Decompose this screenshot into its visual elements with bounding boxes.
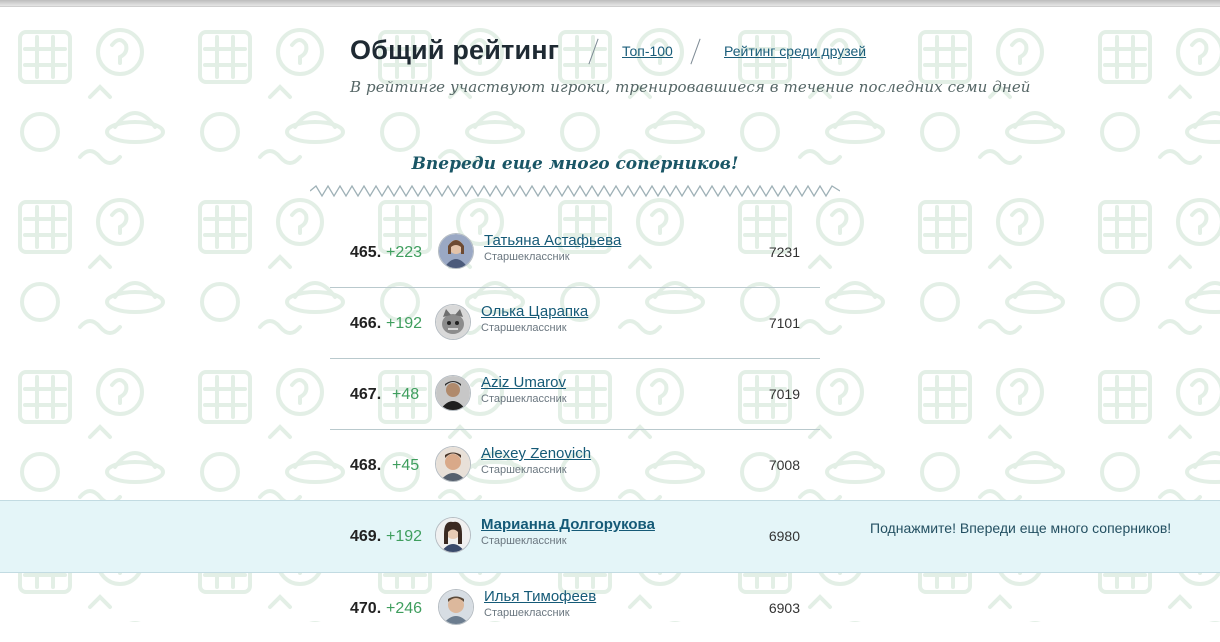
rank-number: 468. <box>350 457 382 474</box>
player-status: Старшеклассник <box>481 322 567 334</box>
player-name-link[interactable]: Татьяна Астафьева <box>484 232 621 249</box>
player-score: 6980 <box>768 528 800 544</box>
section-title: Впереди еще много соперников! <box>411 154 739 174</box>
player-score: 7231 <box>768 244 800 260</box>
leaderboard-row-current-user: 469. +192 Марианна Долгорукова Старшекла… <box>330 500 820 570</box>
nav-separator <box>587 38 601 65</box>
zigzag-divider <box>310 184 840 198</box>
player-score: 7008 <box>768 457 800 473</box>
browser-top-edge <box>0 0 1220 7</box>
avatar[interactable] <box>435 517 471 553</box>
player-name-link[interactable]: Марианна Долгорукова <box>481 516 655 533</box>
leaderboard-row: 465. +223 Татьяна Астафьева Старшеклассн… <box>330 216 820 286</box>
player-score: 6903 <box>768 600 800 616</box>
rank-number: 466. <box>350 315 382 332</box>
player-name-link[interactable]: Aziz Umarov <box>481 374 566 391</box>
leaderboard-row: 470. +246 Илья Тимофеев Старшеклассник 6… <box>330 572 820 642</box>
avatar[interactable] <box>435 375 471 411</box>
friends-rating-link[interactable]: Рейтинг среди друзей <box>724 43 866 59</box>
leaderboard-row: 467. +48 Aziz Umarov Старшеклассник 7019 <box>330 358 820 428</box>
leaderboard-row: 466. +192 Олька Царапка Старшеклассник 7… <box>330 287 820 357</box>
player-status: Старшеклассник <box>484 251 570 263</box>
player-name-link[interactable]: Олька Царапка <box>481 303 588 320</box>
player-name-link[interactable]: Alexey Zenovich <box>481 445 591 462</box>
rank-number: 467. <box>350 386 382 403</box>
player-status: Старшеклассник <box>481 393 567 405</box>
rank-delta: +246 <box>386 600 423 617</box>
rank-delta: +192 <box>386 528 423 545</box>
player-score: 7019 <box>768 386 800 402</box>
rank-number: 465. <box>350 244 382 261</box>
rank-delta: +45 <box>392 457 420 474</box>
player-status: Старшеклассник <box>484 607 570 619</box>
player-status: Старшеклассник <box>481 464 567 476</box>
avatar[interactable] <box>435 304 471 340</box>
rank-delta: +48 <box>392 386 420 403</box>
motivation-note: Поднажмите! Впереди еще много соперников… <box>870 520 1172 536</box>
avatar[interactable] <box>438 589 474 625</box>
page-title: Общий рейтинг <box>350 35 560 65</box>
top-100-link[interactable]: Топ-100 <box>622 43 673 59</box>
avatar[interactable] <box>438 233 474 269</box>
rank-number: 470. <box>350 600 382 617</box>
player-status: Старшеклассник <box>481 535 567 547</box>
nav-separator <box>689 38 703 65</box>
rank-delta: +192 <box>386 315 423 332</box>
rating-description: В рейтинге участвуют игроки, тренировавш… <box>350 78 1031 96</box>
rank-number: 469. <box>350 528 382 545</box>
leaderboard-row: 468. +45 Alexey Zenovich Старшеклассник … <box>330 429 820 499</box>
player-score: 7101 <box>768 315 800 331</box>
player-name-link[interactable]: Илья Тимофеев <box>484 588 596 605</box>
rank-delta: +223 <box>386 244 423 261</box>
avatar[interactable] <box>435 446 471 482</box>
